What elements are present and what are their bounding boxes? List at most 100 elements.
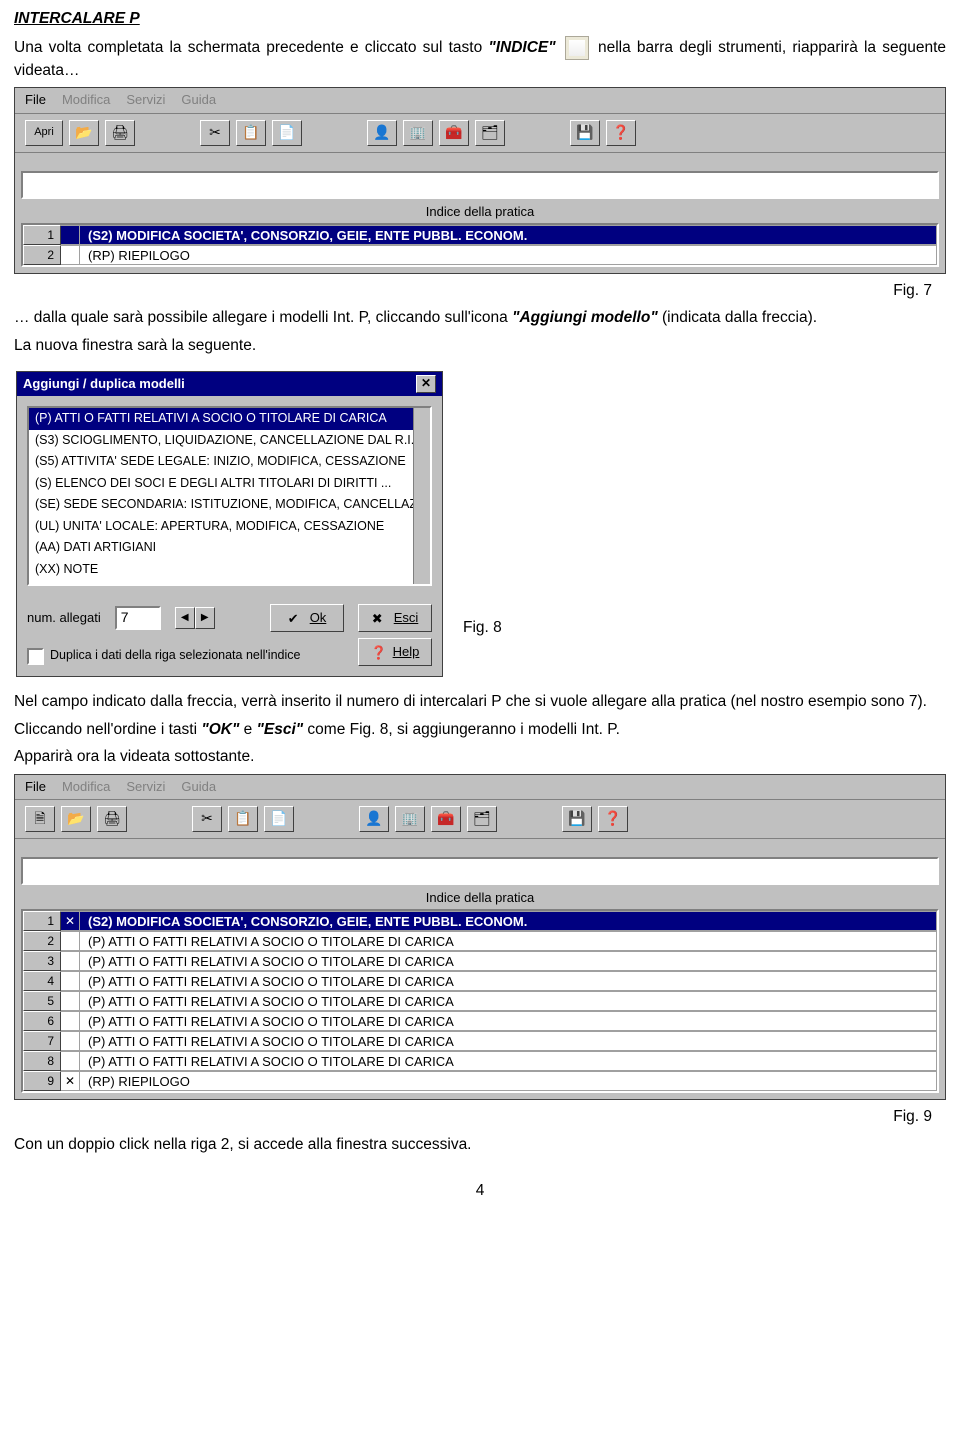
breadcrumb-field bbox=[21, 857, 939, 885]
index-row[interactable]: 2 (RP) RIEPILOGO bbox=[23, 245, 937, 265]
list-item[interactable]: (UL) UNITA' LOCALE: APERTURA, MODIFICA, … bbox=[29, 516, 430, 538]
paragraph: … dalla quale sarà possibile allegare i … bbox=[14, 307, 946, 329]
index-row[interactable]: 1 (S2) MODIFICA SOCIETA', CONSORZIO, GEI… bbox=[23, 225, 937, 245]
row-text: (P) ATTI O FATTI RELATIVI A SOCIO O TITO… bbox=[80, 971, 937, 991]
apri-button[interactable]: Apri bbox=[25, 120, 63, 146]
row-number: 8 bbox=[23, 1051, 61, 1071]
toolbar-btn[interactable]: 📄 bbox=[272, 120, 302, 146]
toolbar-btn[interactable]: 🗎 bbox=[25, 806, 55, 832]
toolbar-btn[interactable]: 👤 bbox=[367, 120, 397, 146]
spin-up-icon[interactable]: ▶ bbox=[195, 607, 215, 629]
menu-servizi[interactable]: Servizi bbox=[126, 778, 165, 796]
row-check bbox=[61, 245, 80, 265]
row-number: 2 bbox=[23, 931, 61, 951]
ok-button[interactable]: ✔Ok bbox=[270, 604, 344, 632]
index-list: 1 (S2) MODIFICA SOCIETA', CONSORZIO, GEI… bbox=[21, 223, 939, 267]
esci-button[interactable]: ✖Esci bbox=[358, 604, 432, 632]
toolbar-btn[interactable]: 📂 bbox=[69, 120, 99, 146]
toolbar-btn[interactable]: 🏢 bbox=[403, 120, 433, 146]
toolbar-btn[interactable]: 🖨 bbox=[105, 120, 135, 146]
breadcrumb-field bbox=[21, 171, 939, 199]
num-allegati-spinner[interactable]: ◀ ▶ bbox=[175, 607, 215, 629]
list-item[interactable]: (AA) DATI ARTIGIANI bbox=[29, 537, 430, 559]
menu-guida[interactable]: Guida bbox=[181, 91, 216, 109]
toolbar-btn[interactable]: 💾 bbox=[562, 806, 592, 832]
index-row[interactable]: 7(P) ATTI O FATTI RELATIVI A SOCIO O TIT… bbox=[23, 1031, 937, 1051]
menu-servizi[interactable]: Servizi bbox=[126, 91, 165, 109]
toolbar-btn[interactable]: ✂ bbox=[200, 120, 230, 146]
toolbar-btn[interactable]: 👤 bbox=[359, 806, 389, 832]
row-check: ✕ bbox=[61, 1071, 80, 1091]
esci-label: Esci bbox=[394, 609, 419, 627]
paragraph-intro: Una volta completata la schermata preced… bbox=[14, 36, 946, 82]
list-item[interactable]: (S3) SCIOGLIMENTO, LIQUIDAZIONE, CANCELL… bbox=[29, 430, 430, 452]
toolbar-btn[interactable]: ❓ bbox=[606, 120, 636, 146]
list-item[interactable]: (SE) SEDE SECONDARIA: ISTITUZIONE, MODIF… bbox=[29, 494, 430, 516]
menu-file[interactable]: File bbox=[25, 91, 46, 109]
row-check: ✕ bbox=[61, 911, 80, 931]
menu-modifica[interactable]: Modifica bbox=[62, 778, 110, 796]
toolbar-btn[interactable]: 📄 bbox=[264, 806, 294, 832]
text: (indicata dalla freccia). bbox=[658, 309, 817, 326]
aggiungi-modello-icon[interactable]: 🗂 bbox=[475, 120, 505, 146]
list-item[interactable]: (P) ATTI O FATTI RELATIVI A SOCIO O TITO… bbox=[29, 408, 430, 430]
toolbar-btn[interactable]: ❓ bbox=[598, 806, 628, 832]
scrollbar[interactable] bbox=[413, 408, 430, 584]
row-text: (P) ATTI O FATTI RELATIVI A SOCIO O TITO… bbox=[80, 1051, 937, 1071]
index-title: Indice della pratica bbox=[15, 887, 945, 909]
close-icon[interactable]: ✕ bbox=[416, 375, 436, 393]
list-item[interactable]: (S) ELENCO DEI SOCI E DEGLI ALTRI TITOLA… bbox=[29, 473, 430, 495]
duplica-checkbox[interactable]: Duplica i dati della riga selezionata ne… bbox=[27, 647, 300, 665]
index-row[interactable]: 5(P) ATTI O FATTI RELATIVI A SOCIO O TIT… bbox=[23, 991, 937, 1011]
num-allegati-field[interactable]: 7 bbox=[115, 606, 161, 630]
toolbar-btn[interactable]: 📂 bbox=[61, 806, 91, 832]
figure-7-label: Fig. 7 bbox=[14, 280, 932, 302]
index-row[interactable]: 6(P) ATTI O FATTI RELATIVI A SOCIO O TIT… bbox=[23, 1011, 937, 1031]
ok-label: Ok bbox=[310, 609, 327, 627]
menu-guida[interactable]: Guida bbox=[181, 778, 216, 796]
row-text: (P) ATTI O FATTI RELATIVI A SOCIO O TITO… bbox=[80, 1011, 937, 1031]
models-listbox[interactable]: (P) ATTI O FATTI RELATIVI A SOCIO O TITO… bbox=[27, 406, 432, 586]
help-icon: ❓ bbox=[371, 644, 387, 660]
menu-modifica[interactable]: Modifica bbox=[62, 91, 110, 109]
toolbar: 🗎 📂 🖨 ✂ 📋 📄 👤 🏢 🧰 🗂 💾 ❓ bbox=[15, 800, 945, 839]
toolbar-btn[interactable]: 🏢 bbox=[395, 806, 425, 832]
row-text: (P) ATTI O FATTI RELATIVI A SOCIO O TITO… bbox=[80, 951, 937, 971]
toolbar: Apri 📂 🖨 ✂ 📋 📄 👤 🏢 🧰 🗂 💾 ❓ bbox=[15, 114, 945, 153]
spin-down-icon[interactable]: ◀ bbox=[175, 607, 195, 629]
index-row[interactable]: 3(P) ATTI O FATTI RELATIVI A SOCIO O TIT… bbox=[23, 951, 937, 971]
toolbar-btn[interactable]: 📋 bbox=[236, 120, 266, 146]
row-text: (RP) RIEPILOGO bbox=[80, 245, 937, 265]
row-number: 9 bbox=[23, 1071, 61, 1091]
paragraph: La nuova finestra sarà la seguente. bbox=[14, 335, 946, 357]
toolbar-btn[interactable]: 📋 bbox=[228, 806, 258, 832]
list-item[interactable]: (S5) ATTIVITA' SEDE LEGALE: INIZIO, MODI… bbox=[29, 451, 430, 473]
checkbox-icon[interactable] bbox=[27, 648, 44, 665]
list-item[interactable]: (XX) NOTE bbox=[29, 559, 430, 581]
menu-file[interactable]: File bbox=[25, 778, 46, 796]
row-check bbox=[61, 991, 80, 1011]
index-row[interactable]: 1✕(S2) MODIFICA SOCIETA', CONSORZIO, GEI… bbox=[23, 911, 937, 931]
toolbar-btn[interactable]: 🧰 bbox=[431, 806, 461, 832]
row-number: 7 bbox=[23, 1031, 61, 1051]
toolbar-btn[interactable]: 💾 bbox=[570, 120, 600, 146]
row-check bbox=[61, 931, 80, 951]
keyword-aggiungi: "Aggiungi modello" bbox=[512, 309, 658, 326]
figure-9-label: Fig. 9 bbox=[14, 1106, 932, 1128]
toolbar-btn[interactable]: 🗂 bbox=[467, 806, 497, 832]
text: come Fig. 8, si aggiungeranno i modelli … bbox=[303, 721, 620, 738]
index-row[interactable]: 9✕(RP) RIEPILOGO bbox=[23, 1071, 937, 1091]
help-button[interactable]: ❓Help bbox=[358, 638, 432, 666]
row-check bbox=[61, 225, 80, 245]
index-row[interactable]: 8 (P) ATTI O FATTI RELATIVI A SOCIO O TIT… bbox=[23, 1051, 937, 1071]
row-check bbox=[61, 1011, 80, 1031]
index-row[interactable]: 4(P) ATTI O FATTI RELATIVI A SOCIO O TIT… bbox=[23, 971, 937, 991]
toolbar-btn[interactable]: 🧰 bbox=[439, 120, 469, 146]
index-row[interactable]: 2(P) ATTI O FATTI RELATIVI A SOCIO O TIT… bbox=[23, 931, 937, 951]
page-number: 4 bbox=[14, 1180, 946, 1202]
toolbar-btn[interactable]: 🖨 bbox=[97, 806, 127, 832]
row-text: (RP) RIEPILOGO bbox=[80, 1071, 937, 1091]
duplica-label: Duplica i dati della riga selezionata ne… bbox=[50, 647, 300, 665]
text: Una volta completata la schermata preced… bbox=[14, 39, 488, 56]
toolbar-btn[interactable]: ✂ bbox=[192, 806, 222, 832]
